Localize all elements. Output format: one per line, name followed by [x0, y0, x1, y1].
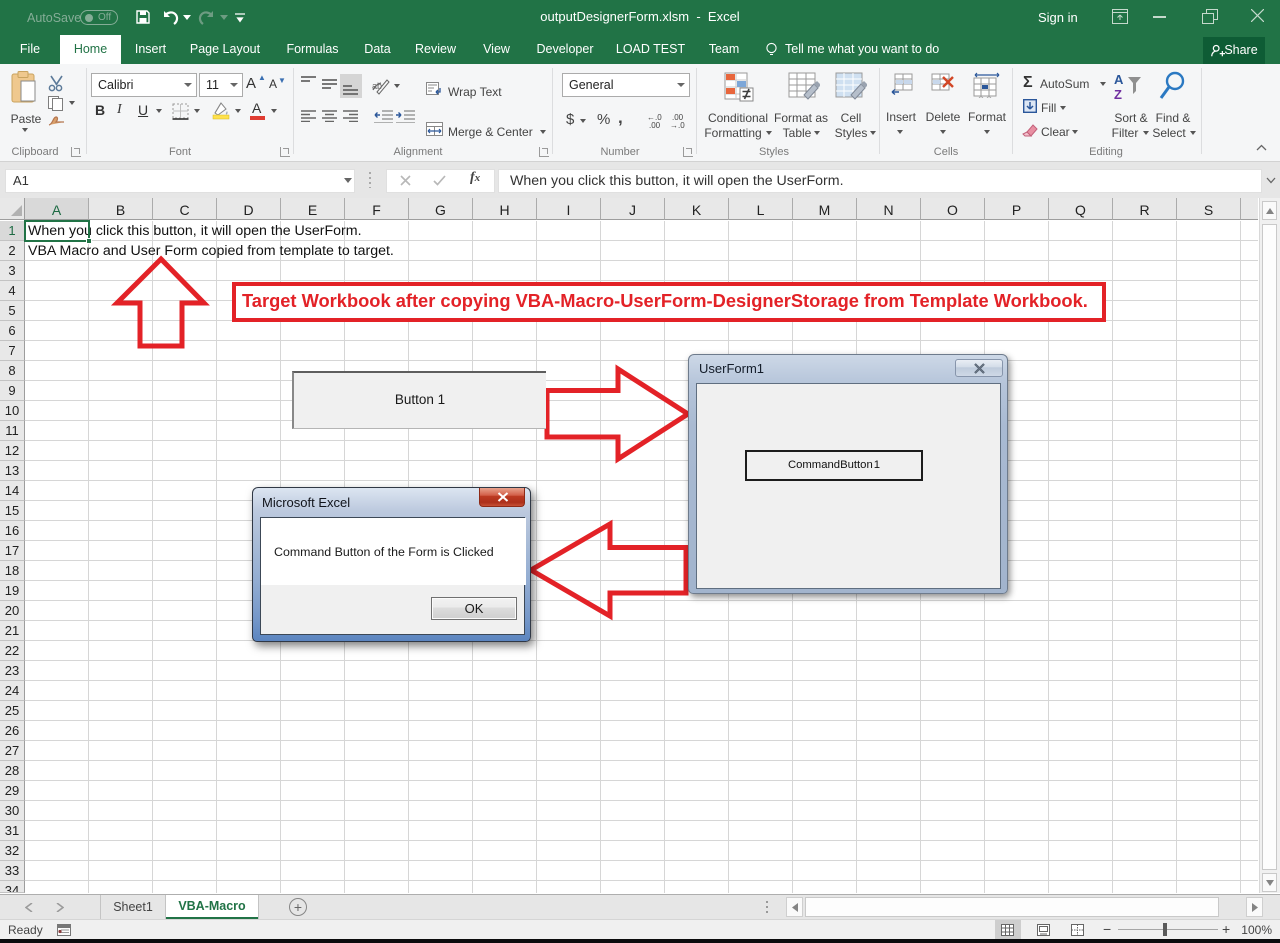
svg-text:.00: .00 [649, 121, 661, 128]
svg-text:A: A [1114, 72, 1124, 87]
svg-text:Z: Z [1114, 87, 1122, 102]
svg-text:ab: ab [372, 81, 382, 91]
svg-text:→.0: →.0 [670, 121, 685, 128]
